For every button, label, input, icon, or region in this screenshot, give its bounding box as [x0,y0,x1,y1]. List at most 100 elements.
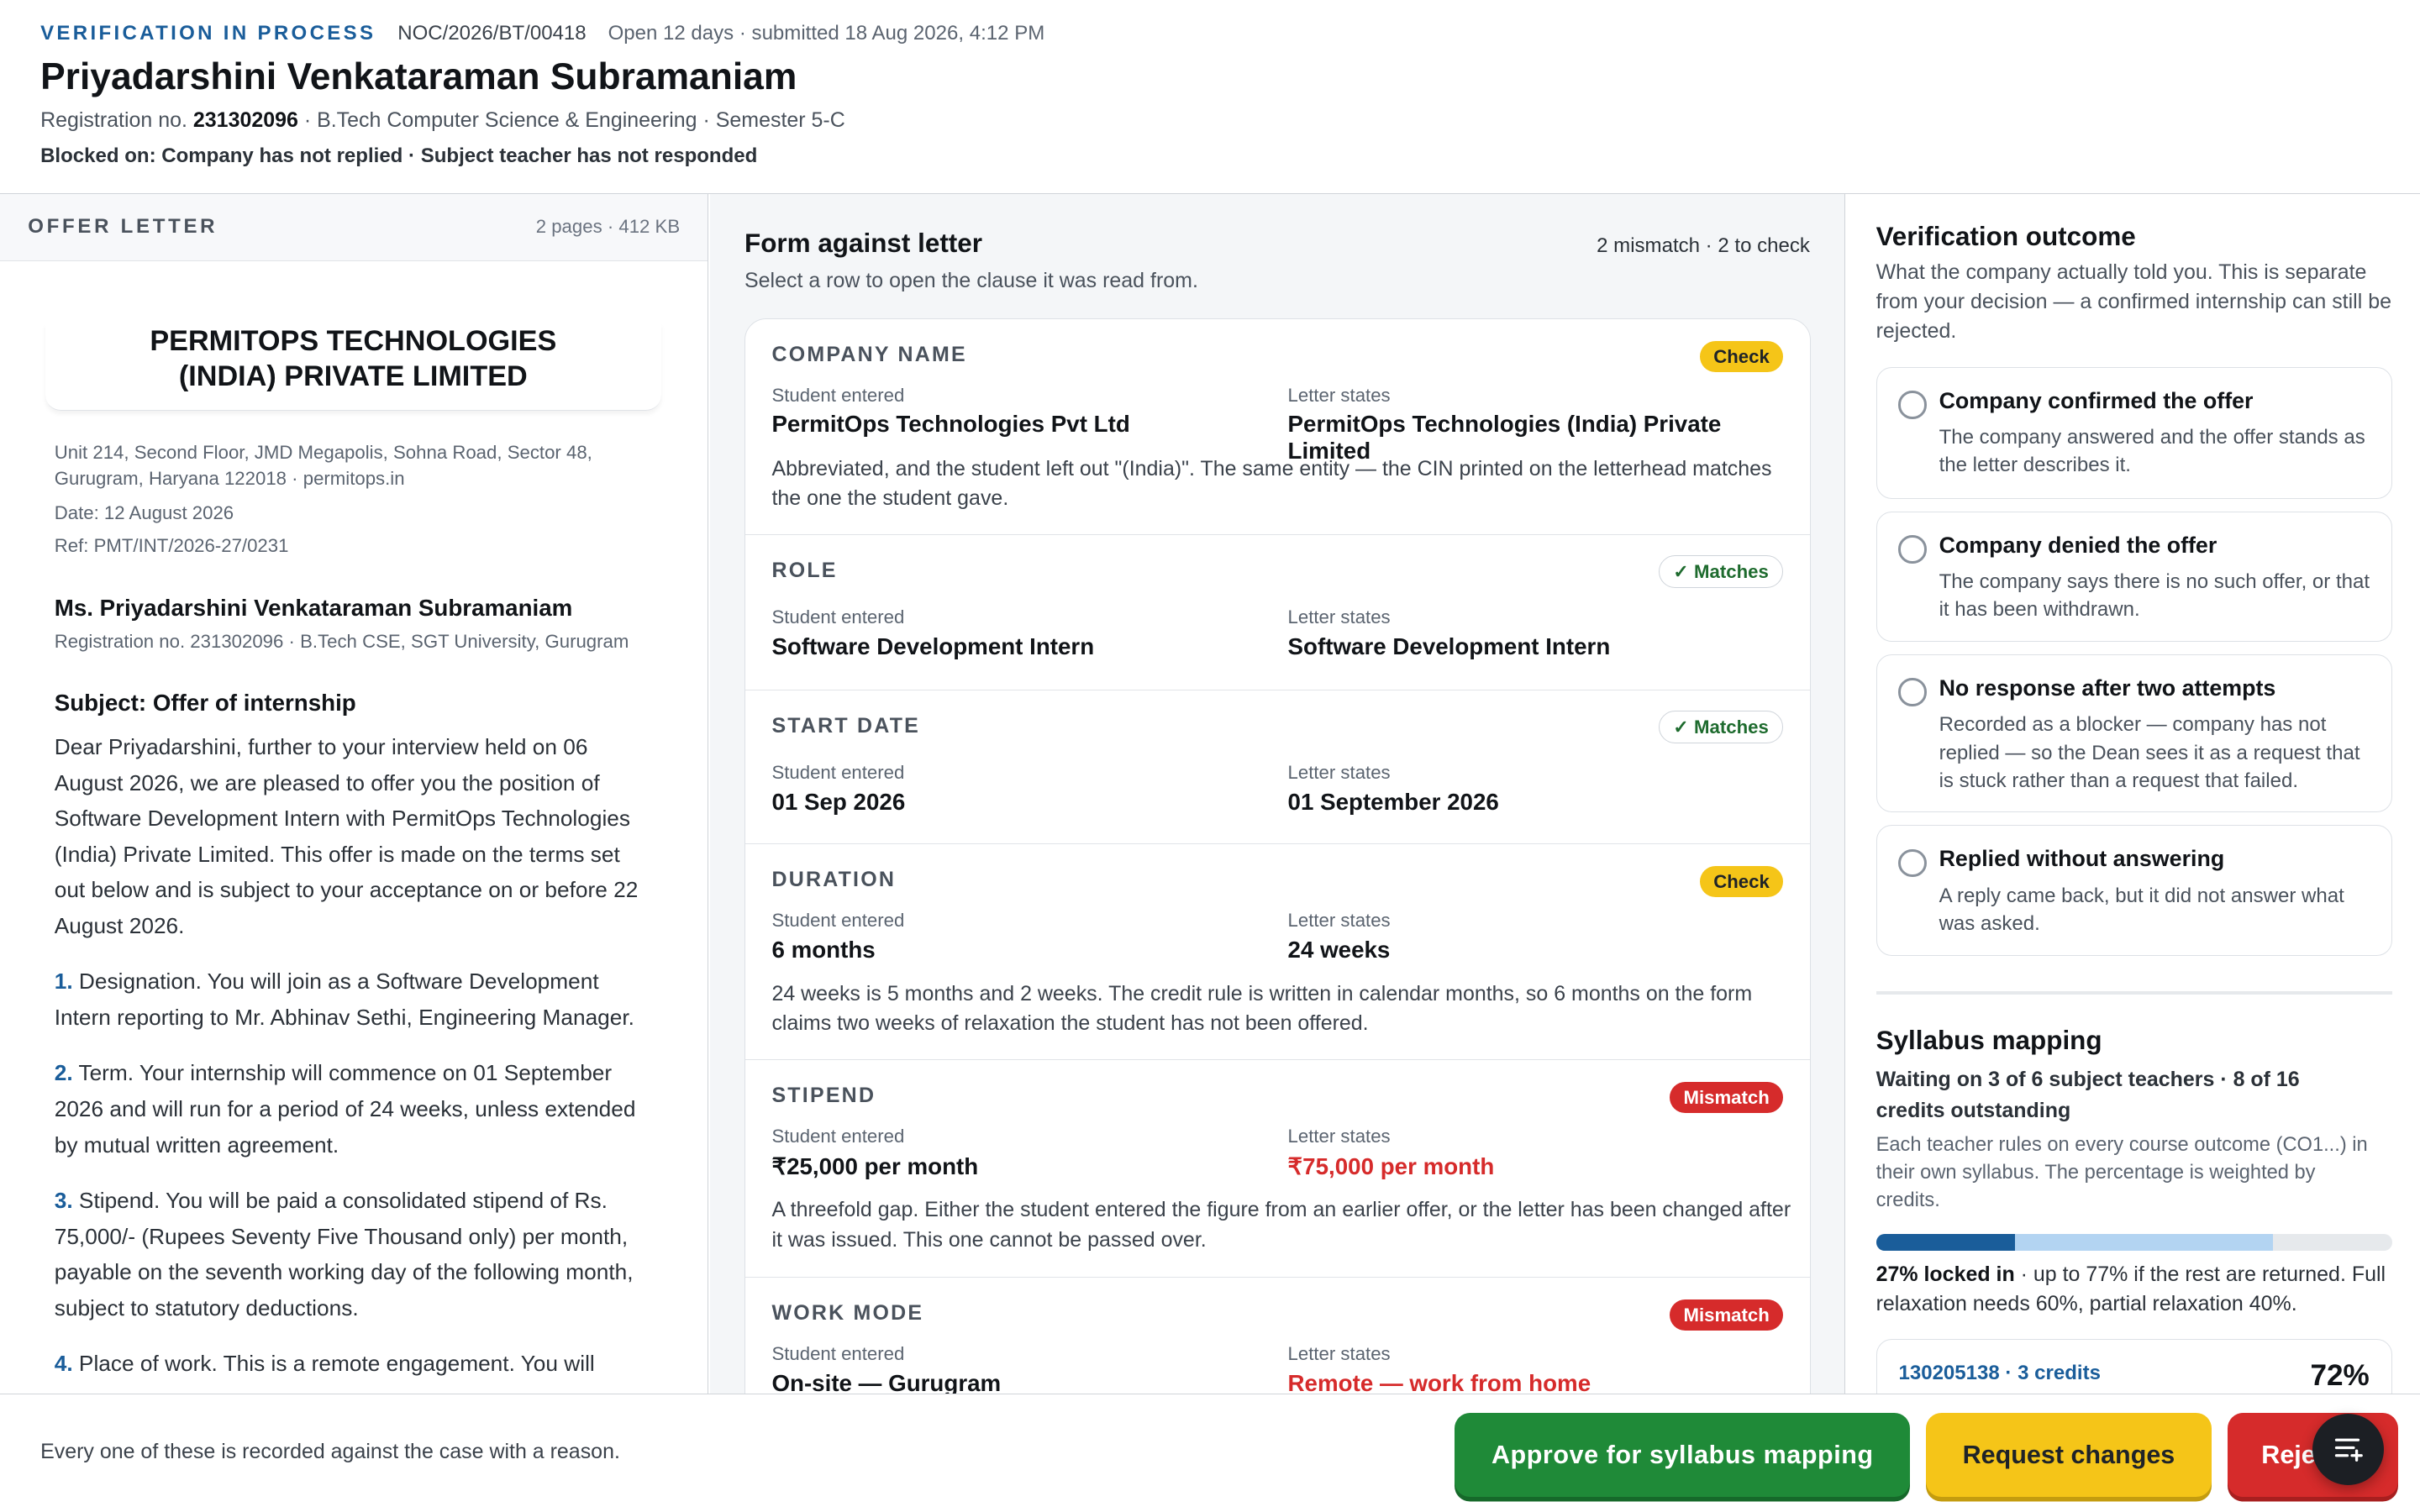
letter-clause[interactable]: 1. Designation. You will join as a Softw… [55,963,652,1035]
comparison-row-company[interactable]: COMPANY NAME Check Student entered Permit… [745,319,1810,536]
letter-label: Letter states [1287,1126,1391,1147]
clause-text: Term. Your internship will commence on 0… [54,1060,636,1158]
letter-label: Letter states [1287,1343,1391,1365]
form-comparison-subtitle: Select a row to open the clause it was r… [744,268,1198,292]
letterhead: PERMITOPS TECHNOLOGIES (INDIA) PRIVATE L… [45,323,661,412]
clause-number: 3. [54,1188,73,1214]
offer-letter-title: OFFER LETTER [28,215,218,239]
case-open-info: Open 12 days · submitted 18 Aug 2026, 4:… [608,21,1045,45]
radio-button[interactable] [1898,535,1927,564]
syllabus-desc: Each teacher rules on every course outco… [1876,1133,2368,1212]
form-comparison-title: Form against letter [744,228,982,258]
option-title: Company confirmed the offer [1939,387,2254,413]
student-text: Software Development Intern [771,633,1095,659]
letter-value: Letter states 01 September 2026 [1288,762,1499,816]
student-label: Student entered [771,910,905,932]
student-label: Student entered [771,384,905,406]
company-name-line2: (INDIA) PRIVATE LIMITED [178,360,528,393]
company-name-line1: PERMITOPS TECHNOLOGIES [150,324,557,357]
check-badge: Check [1699,866,1784,898]
approve-button[interactable]: Approve for syllabus mapping [1455,1413,1911,1498]
row-note: Abbreviated, and the student left out "(… [771,457,1772,511]
clause-number: 2. [54,1060,73,1086]
row-label: ROLE [771,559,838,582]
radio-button[interactable] [1898,848,1927,878]
blocked-reason: Blocked on: Company has not replied · Su… [40,144,758,168]
letter-text: Software Development Intern [1287,633,1611,659]
comparison-row-work-mode[interactable]: WORK MODE Mismatch Student entered On-sit… [745,1278,1810,1394]
clause-number: 4. [54,1351,73,1377]
option-desc: Recorded as a blocker — company has not … [1939,713,2360,792]
case-meta: VERIFICATION IN PROCESS NOC/2026/BT/0041… [40,22,1044,45]
outcome-option-denied[interactable]: Company denied the offer The company say… [1876,511,2392,642]
row-note: A threefold gap. Either the student ente… [771,1198,1791,1252]
case-id: NOC/2026/BT/00418 [397,21,587,45]
comparison-row-role[interactable]: ROLE ✓ Matches Student entered Software D… [745,535,1810,691]
letter-clause[interactable]: 3. Stipend. You will be paid a consolida… [55,1183,652,1326]
clause-text: Stipend. You will be paid a consolidated… [54,1188,634,1320]
comparison-row-duration[interactable]: DURATION Check Student entered 6 months L… [745,844,1810,1061]
letter-clause[interactable]: 2. Term. Your internship will commence o… [55,1055,652,1163]
student-registration: Registration no. 231302096 · B.Tech Comp… [40,108,845,133]
mismatch-badge: Mismatch [1669,1299,1784,1331]
letter-clause[interactable]: 4. Place of work. This is a remote engag… [55,1346,652,1382]
row-label: DURATION [771,868,897,892]
letter-value: Letter states ₹75,000 per month [1288,1126,1495,1180]
reg-number: 231302096 [192,108,298,133]
outcome-subtitle: What the company actually told you. This… [1876,260,2391,344]
offer-letter-meta: 2 pages · 412 KB [535,216,681,238]
student-value: Student entered PermitOps Technologies Pv… [771,385,1129,438]
letter-text: 01 September 2026 [1287,788,1499,815]
form-comparison-pane[interactable]: Form against letter Select a row to open… [710,194,1845,1394]
student-text: 01 Sep 2026 [771,788,906,815]
divider [1876,991,2392,995]
filter-list-glyph [2334,1438,2363,1462]
check-badge: Check [1699,341,1784,373]
syllabus-locked-summary: 27% locked in · up to 77% if the rest ar… [1876,1260,2405,1319]
comparison-row-stipend[interactable]: STIPEND Mismatch Student entered ₹25,000 … [745,1060,1810,1278]
student-value: Student entered Software Development Inte… [771,606,1094,660]
student-text: 6 months [771,936,876,963]
outcome-option-no-response[interactable]: No response after two attempts Recorded … [1876,654,2392,813]
syllabus-progress-bar [1876,1233,2392,1251]
student-name: Priyadarshini Venkataraman Subramaniam [40,55,797,97]
letter-value: Letter states PermitOps Technologies (Ind… [1288,385,1810,465]
clause-text: Place of work. This is a remote engageme… [72,1351,595,1377]
letter-text: 24 weeks [1287,936,1391,963]
letter-document: PERMITOPS TECHNOLOGIES (INDIA) PRIVATE L… [0,323,708,1382]
match-badge: ✓ Matches [1658,711,1784,744]
option-title: Company denied the offer [1939,532,2217,558]
radio-button[interactable] [1898,678,1927,706]
student-value: Student entered 6 months [771,910,904,963]
radio-button[interactable] [1898,391,1927,419]
student-value: Student entered ₹25,000 per month [771,1126,978,1180]
subject-card[interactable]: 130205138 · 3 credits 72% [1876,1339,2392,1394]
option-title: No response after two attempts [1939,675,2276,701]
comparison-row-start-date[interactable]: START DATE ✓ Matches Student entered 01 S… [745,690,1810,845]
letter-recipient: Ms. Priyadarshini Venkataraman Subramani… [54,594,573,621]
row-label: WORK MODE [771,1301,924,1326]
letter-subject: Subject: Offer of internship [54,690,356,717]
letter-body: Dear Priyadarshini, further to your inte… [54,734,639,938]
letter-label: Letter states [1287,910,1391,932]
student-label: Student entered [771,1343,905,1365]
offer-letter-pane[interactable]: OFFER LETTER 2 pages · 412 KB PERMITOPS … [0,194,709,1394]
reg-prefix: Registration no. [40,108,193,133]
outcome-option-confirmed[interactable]: Company confirmed the offer The company … [1876,366,2392,499]
subject-percent: 72% [2310,1358,2370,1392]
subject-code[interactable]: 130205138 · 3 credits [1898,1362,2101,1385]
verification-pane[interactable]: Verification outcome What the company ac… [1846,194,2420,1394]
clause-text: Designation. You will join as a Software… [54,969,634,1030]
row-label: START DATE [771,713,921,738]
mismatch-badge: Mismatch [1669,1082,1784,1114]
syllabus-waiting: Waiting on 3 of 6 subject teachers · 8 o… [1876,1068,2300,1123]
syllabus-title: Syllabus mapping [1876,1025,2102,1055]
reg-program: · B.Tech Computer Science & Engineering … [297,108,845,133]
outcome-option-no-answer[interactable]: Replied without answering A reply came b… [1876,825,2392,956]
request-changes-button[interactable]: Request changes [1925,1413,2212,1498]
letter-label: Letter states [1287,606,1391,628]
case-header: VERIFICATION IN PROCESS NOC/2026/BT/0041… [0,0,2420,195]
student-value: Student entered On-site — Gurugram [771,1343,1001,1394]
letter-label: Letter states [1287,384,1391,406]
student-label: Student entered [771,1126,905,1147]
